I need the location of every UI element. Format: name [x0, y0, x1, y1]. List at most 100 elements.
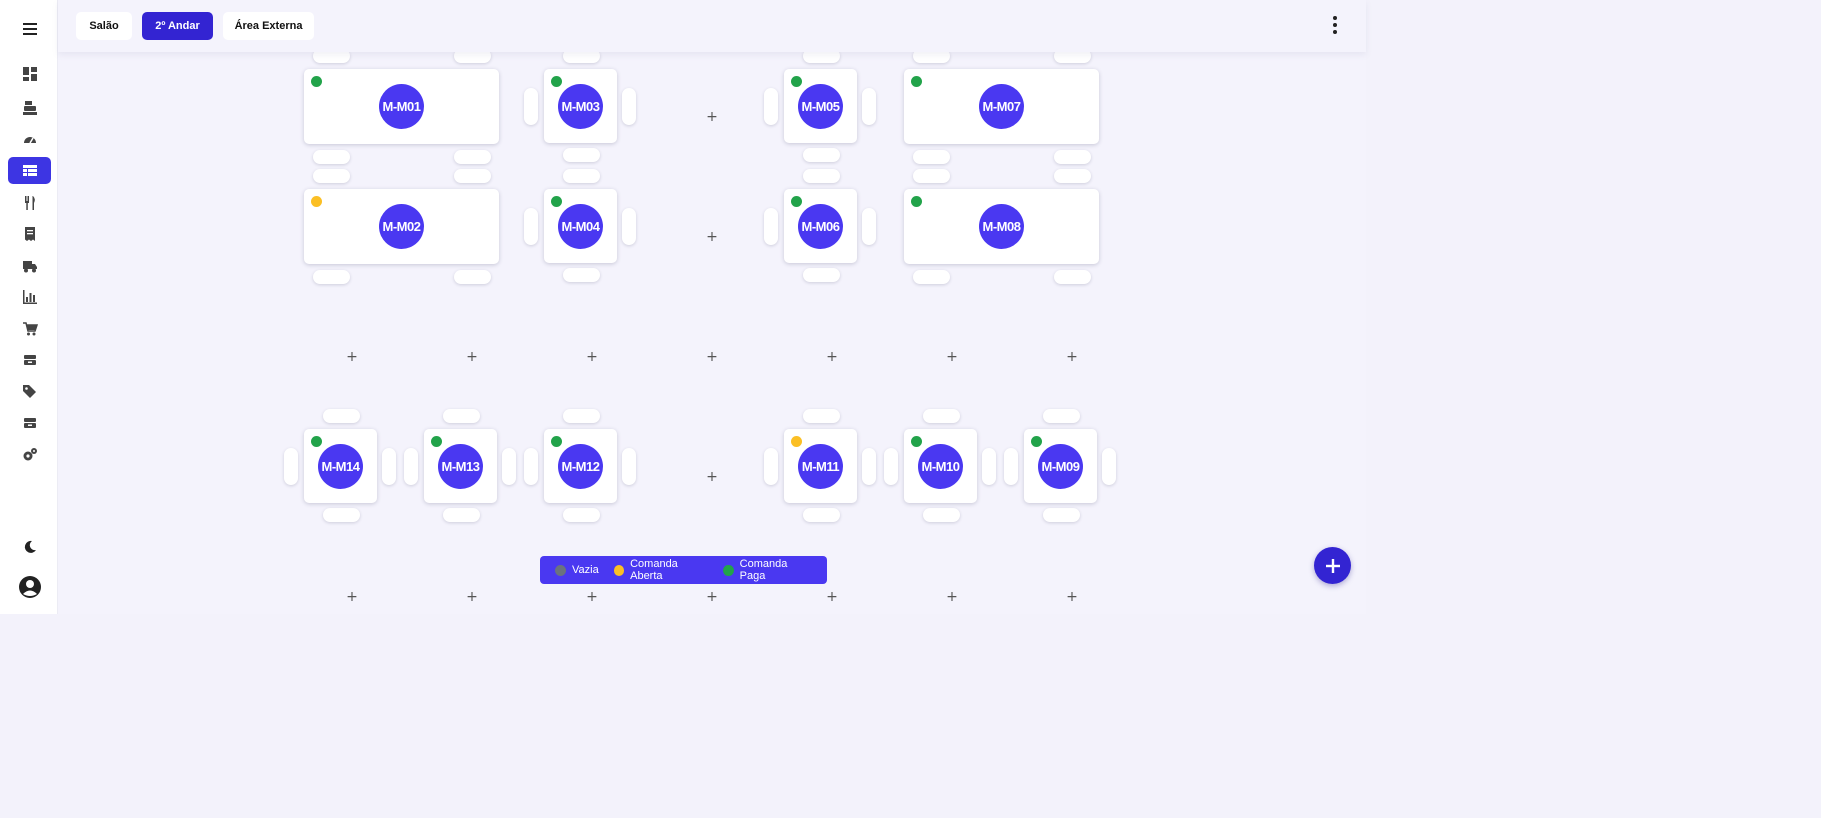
add-table-slot-plus[interactable]: +: [1065, 590, 1079, 604]
speedometer-icon[interactable]: [8, 126, 51, 153]
tab-2o-andar[interactable]: 2º Andar: [142, 12, 213, 40]
add-table-slot-plus[interactable]: +: [465, 350, 479, 364]
table-number-badge[interactable]: M-M07: [979, 84, 1024, 129]
chair: [913, 270, 950, 284]
table-card[interactable]: M-M04: [544, 189, 617, 263]
bar-chart-icon[interactable]: [8, 283, 51, 310]
chair: [622, 448, 636, 485]
add-table-slot-plus[interactable]: +: [345, 350, 359, 364]
cash-register-icon[interactable]: [8, 94, 51, 121]
add-table-slot-plus[interactable]: +: [945, 590, 959, 604]
status-dot-paid: [551, 76, 562, 87]
add-table-slot-plus[interactable]: +: [705, 590, 719, 604]
add-table-slot-plus[interactable]: +: [585, 350, 599, 364]
chair: [913, 169, 950, 183]
chair: [404, 448, 418, 485]
add-table-slot-plus[interactable]: +: [825, 590, 839, 604]
add-table-slot-plus[interactable]: +: [825, 350, 839, 364]
chair: [622, 208, 636, 245]
chair: [322, 508, 360, 522]
table-number-badge[interactable]: M-M08: [979, 204, 1024, 249]
add-table-slot-plus[interactable]: +: [705, 110, 719, 124]
table-number-badge[interactable]: M-M01: [379, 84, 424, 129]
dashboard-icon[interactable]: [8, 60, 51, 87]
table-number-badge[interactable]: M-M12: [558, 443, 603, 489]
status-dot-empty: [555, 564, 566, 576]
table-card[interactable]: M-M12: [544, 429, 617, 503]
status-dot-open: [613, 564, 625, 576]
chair: [922, 508, 960, 522]
legend-item-open: Comanda Aberta: [613, 558, 709, 582]
add-table-slot-plus[interactable]: +: [945, 350, 959, 364]
status-dot-paid: [911, 76, 922, 87]
status-dot-paid: [791, 76, 802, 87]
chair: [313, 150, 350, 164]
add-table-slot-plus[interactable]: +: [705, 350, 719, 364]
table-card[interactable]: M-M08: [904, 189, 1099, 264]
user-account-icon[interactable]: [8, 573, 51, 600]
settings-gears-icon[interactable]: [8, 441, 51, 468]
table-number-badge[interactable]: M-M04: [558, 203, 603, 249]
table-card[interactable]: M-M11: [784, 429, 857, 503]
utensils-icon[interactable]: [8, 189, 51, 216]
chair: [622, 88, 636, 125]
tags-icon[interactable]: [8, 377, 51, 404]
table-number-badge[interactable]: M-M09: [1038, 443, 1083, 489]
table-card[interactable]: M-M05: [784, 69, 857, 143]
chair: [802, 409, 840, 423]
table-number-badge[interactable]: M-M06: [798, 203, 843, 249]
add-table-slot-plus[interactable]: +: [585, 590, 599, 604]
table-card[interactable]: M-M14: [304, 429, 377, 503]
moon-icon[interactable]: [8, 533, 51, 560]
add-table-slot-plus[interactable]: +: [705, 230, 719, 244]
table-number-badge[interactable]: M-M02: [379, 204, 424, 249]
tab-salao[interactable]: Salão: [76, 12, 132, 40]
status-dot-paid: [723, 564, 734, 576]
more-vertical-icon[interactable]: [1328, 16, 1342, 34]
chair: [322, 409, 360, 423]
status-dot-paid: [911, 436, 922, 447]
table-number-badge[interactable]: M-M05: [798, 83, 843, 129]
chair: [764, 208, 778, 245]
add-table-slot-plus[interactable]: +: [465, 590, 479, 604]
chair: [862, 208, 876, 245]
table-card[interactable]: M-M09: [1024, 429, 1097, 503]
table-card[interactable]: M-M07: [904, 69, 1099, 144]
table-number-badge[interactable]: M-M03: [558, 83, 603, 129]
menu-icon[interactable]: [8, 15, 51, 42]
inventory-icon[interactable]: [8, 346, 51, 373]
table-number-badge[interactable]: M-M14: [318, 443, 363, 489]
status-dot-paid: [551, 436, 562, 447]
sidebar: [0, 0, 58, 614]
add-table-slot-plus[interactable]: +: [345, 590, 359, 604]
tables-grid-icon[interactable]: [8, 157, 51, 184]
delivery-truck-icon[interactable]: [8, 252, 51, 279]
chair: [802, 508, 840, 522]
receipt-icon[interactable]: [8, 220, 51, 247]
table-card[interactable]: M-M02: [304, 189, 499, 264]
cart-icon[interactable]: [8, 315, 51, 342]
status-dot-paid: [311, 76, 322, 87]
status-legend: Vazia Comanda Aberta Comanda Paga: [540, 556, 827, 584]
table-number-badge[interactable]: M-M11: [798, 443, 843, 489]
table-card[interactable]: M-M10: [904, 429, 977, 503]
add-table-slot-plus[interactable]: +: [705, 470, 719, 484]
table-number-badge[interactable]: M-M10: [918, 443, 963, 489]
table-card[interactable]: M-M13: [424, 429, 497, 503]
chair: [562, 268, 600, 282]
chair: [562, 409, 600, 423]
add-table-button[interactable]: [1314, 547, 1351, 584]
table-card[interactable]: M-M06: [784, 189, 857, 263]
table-card[interactable]: M-M01: [304, 69, 499, 144]
chair: [442, 409, 480, 423]
boxes-icon[interactable]: [8, 409, 51, 436]
tab-area-externa[interactable]: Área Externa: [223, 12, 314, 40]
chair: [1042, 508, 1080, 522]
add-table-slot-plus[interactable]: +: [1065, 350, 1079, 364]
chair: [862, 88, 876, 125]
legend-label: Comanda Paga: [739, 558, 788, 582]
table-card[interactable]: M-M03: [544, 69, 617, 143]
table-number-badge[interactable]: M-M13: [438, 443, 483, 489]
chair: [1054, 270, 1091, 284]
chair: [802, 268, 840, 282]
